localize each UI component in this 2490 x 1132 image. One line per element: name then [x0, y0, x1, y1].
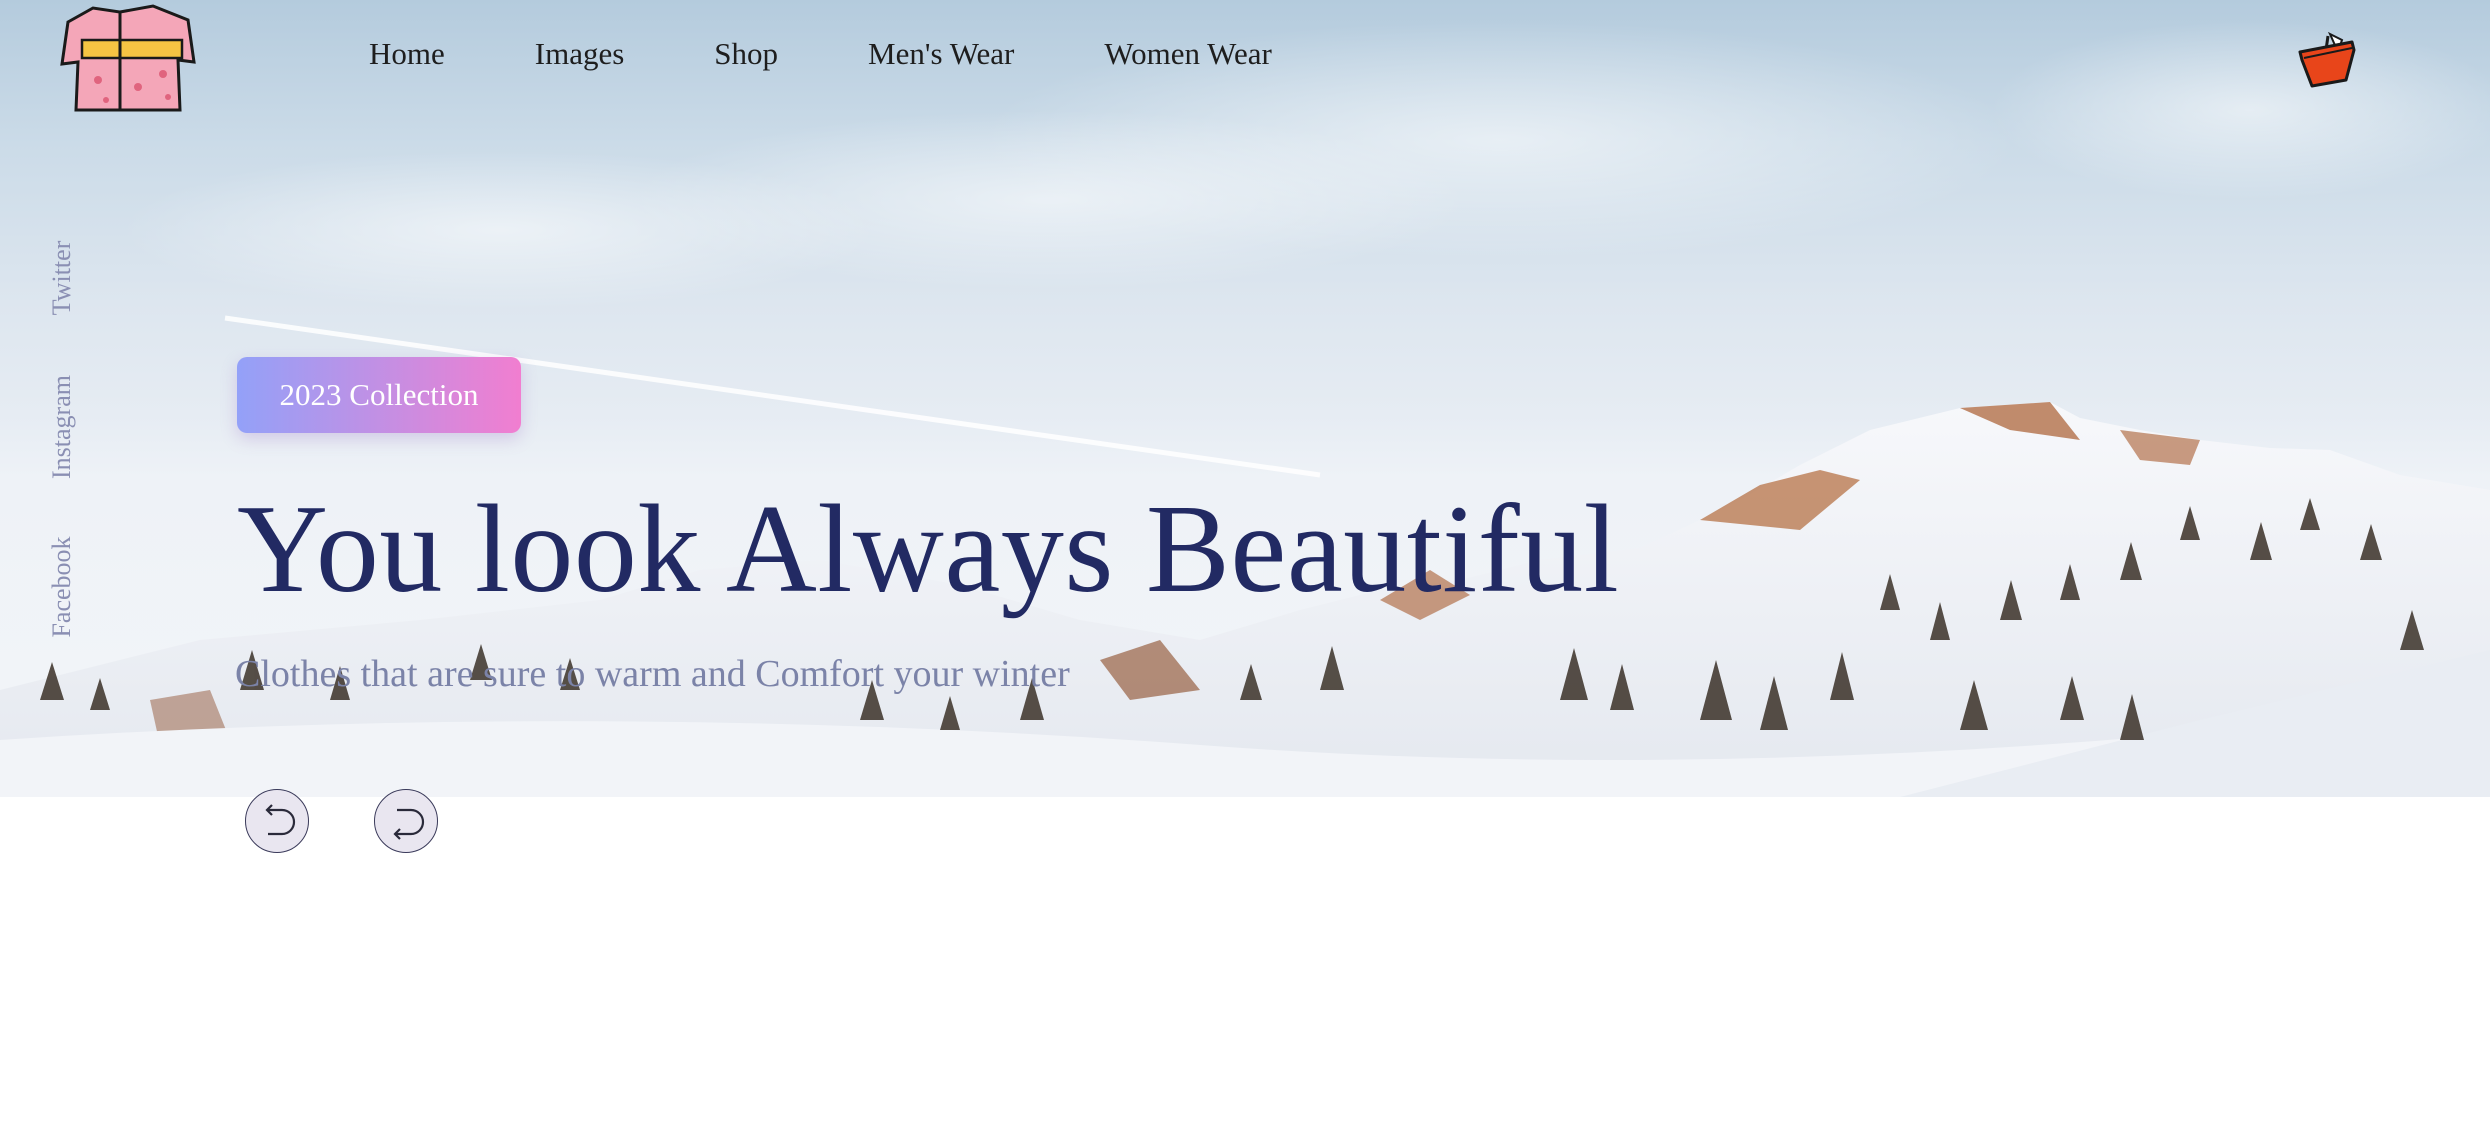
main-nav: Home Images Shop Men's Wear Women Wear [369, 36, 1362, 72]
nav-images[interactable]: Images [535, 36, 625, 72]
previous-slide-button[interactable] [245, 789, 309, 853]
rotate-right-arrow-icon [393, 808, 425, 840]
next-slide-button[interactable] [374, 789, 438, 853]
nav-women-wear[interactable]: Women Wear [1104, 36, 1271, 72]
nav-mens-wear[interactable]: Men's Wear [868, 36, 1014, 72]
hero-headline: You look Always Beautiful [237, 480, 1620, 619]
nav-home[interactable]: Home [369, 36, 445, 72]
collection-badge[interactable]: 2023 Collection [237, 357, 521, 433]
nav-shop[interactable]: Shop [714, 36, 778, 72]
kimono-logo-icon[interactable] [58, 2, 198, 116]
hero-subtitle: Clothes that are sure to warm and Comfor… [235, 653, 1070, 695]
social-instagram[interactable]: Instagram [47, 375, 77, 479]
rotate-left-arrow-icon [265, 804, 296, 836]
social-twitter[interactable]: Twitter [47, 241, 77, 316]
shopping-basket-icon[interactable] [2296, 28, 2360, 92]
social-facebook[interactable]: Facebook [47, 536, 77, 637]
